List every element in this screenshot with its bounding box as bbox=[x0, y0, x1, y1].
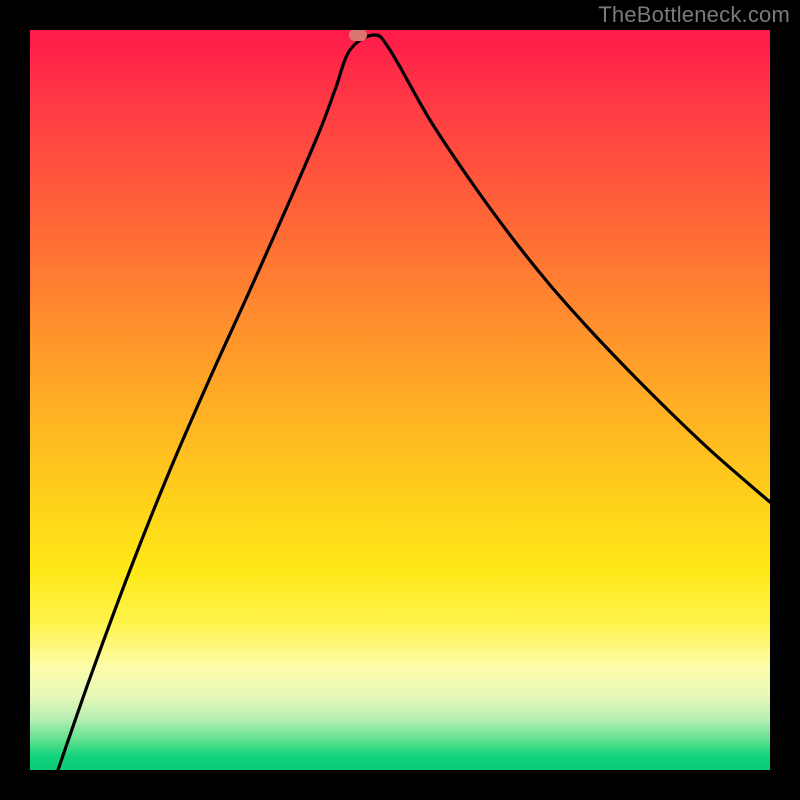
plot-area bbox=[30, 30, 770, 770]
bottleneck-curve bbox=[30, 30, 770, 770]
watermark-text: TheBottleneck.com bbox=[598, 2, 790, 28]
optimal-point-marker bbox=[349, 30, 367, 41]
chart-frame: TheBottleneck.com bbox=[0, 0, 800, 800]
